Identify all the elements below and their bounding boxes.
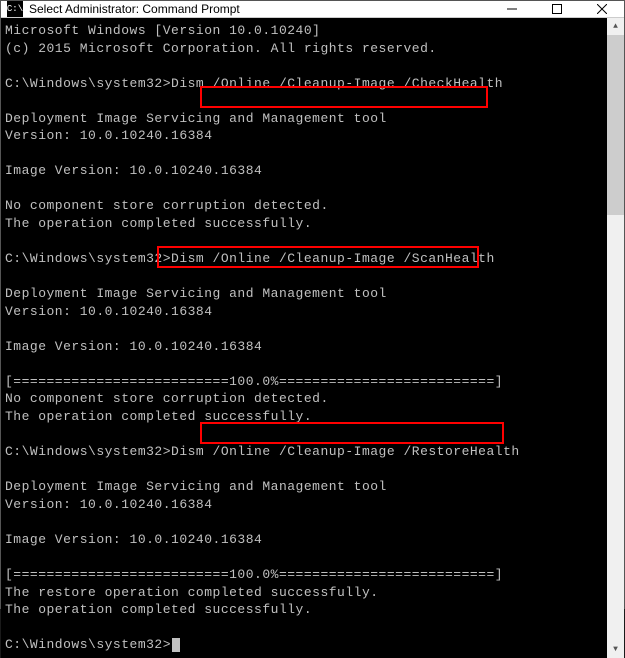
terminal-line: Deployment Image Servicing and Managemen…: [5, 478, 603, 496]
terminal-line: Image Version: 10.0.10240.16384: [5, 338, 603, 356]
scrollbar[interactable]: ▲ ▼: [607, 18, 624, 658]
close-button[interactable]: [579, 1, 624, 17]
terminal-line: (c) 2015 Microsoft Corporation. All righ…: [5, 40, 603, 58]
scroll-down-button[interactable]: ▼: [607, 641, 624, 658]
terminal-line: [5, 619, 603, 637]
terminal-line: [5, 513, 603, 531]
terminal-line: [5, 145, 603, 163]
terminal-line: [5, 426, 603, 444]
terminal-line: The operation completed successfully.: [5, 408, 603, 426]
cmd-icon: C:\: [7, 1, 23, 17]
terminal-line: Version: 10.0.10240.16384: [5, 127, 603, 145]
terminal-line: The operation completed successfully.: [5, 601, 603, 619]
terminal-area: Microsoft Windows [Version 10.0.10240](c…: [1, 18, 624, 658]
terminal-line: [5, 57, 603, 75]
terminal-line: [5, 461, 603, 479]
terminal-line: [5, 548, 603, 566]
terminal-line: Version: 10.0.10240.16384: [5, 496, 603, 514]
scroll-track[interactable]: [607, 35, 624, 641]
window-controls: [489, 1, 624, 17]
terminal-line: No component store corruption detected.: [5, 390, 603, 408]
maximize-button[interactable]: [534, 1, 579, 17]
scroll-up-button[interactable]: ▲: [607, 18, 624, 35]
window-title: Select Administrator: Command Prompt: [29, 2, 489, 16]
terminal-line: No component store corruption detected.: [5, 197, 603, 215]
terminal-line: Version: 10.0.10240.16384: [5, 303, 603, 321]
terminal-line: [5, 355, 603, 373]
terminal-output[interactable]: Microsoft Windows [Version 10.0.10240](c…: [1, 18, 607, 658]
terminal-line: [5, 180, 603, 198]
terminal-line: The restore operation completed successf…: [5, 584, 603, 602]
terminal-line: The operation completed successfully.: [5, 215, 603, 233]
minimize-button[interactable]: [489, 1, 534, 17]
terminal-line: Deployment Image Servicing and Managemen…: [5, 285, 603, 303]
terminal-line: Deployment Image Servicing and Managemen…: [5, 110, 603, 128]
terminal-line: Microsoft Windows [Version 10.0.10240]: [5, 22, 603, 40]
terminal-line: C:\Windows\system32>Dism /Online /Cleanu…: [5, 75, 603, 93]
terminal-line: Image Version: 10.0.10240.16384: [5, 162, 603, 180]
command-prompt-window: C:\ Select Administrator: Command Prompt…: [0, 0, 625, 609]
scroll-thumb[interactable]: [607, 35, 624, 215]
terminal-line: Image Version: 10.0.10240.16384: [5, 531, 603, 549]
terminal-line: [==========================100.0%=======…: [5, 566, 603, 584]
terminal-line: C:\Windows\system32>Dism /Online /Cleanu…: [5, 250, 603, 268]
terminal-line: [5, 92, 603, 110]
terminal-line: [5, 320, 603, 338]
terminal-line: C:\Windows\system32>Dism /Online /Cleanu…: [5, 443, 603, 461]
terminal-line: [5, 268, 603, 286]
terminal-line: [5, 233, 603, 251]
cursor: [172, 638, 180, 652]
terminal-line: [==========================100.0%=======…: [5, 373, 603, 391]
titlebar[interactable]: C:\ Select Administrator: Command Prompt: [1, 1, 624, 18]
terminal-prompt-line[interactable]: C:\Windows\system32>: [5, 636, 603, 654]
